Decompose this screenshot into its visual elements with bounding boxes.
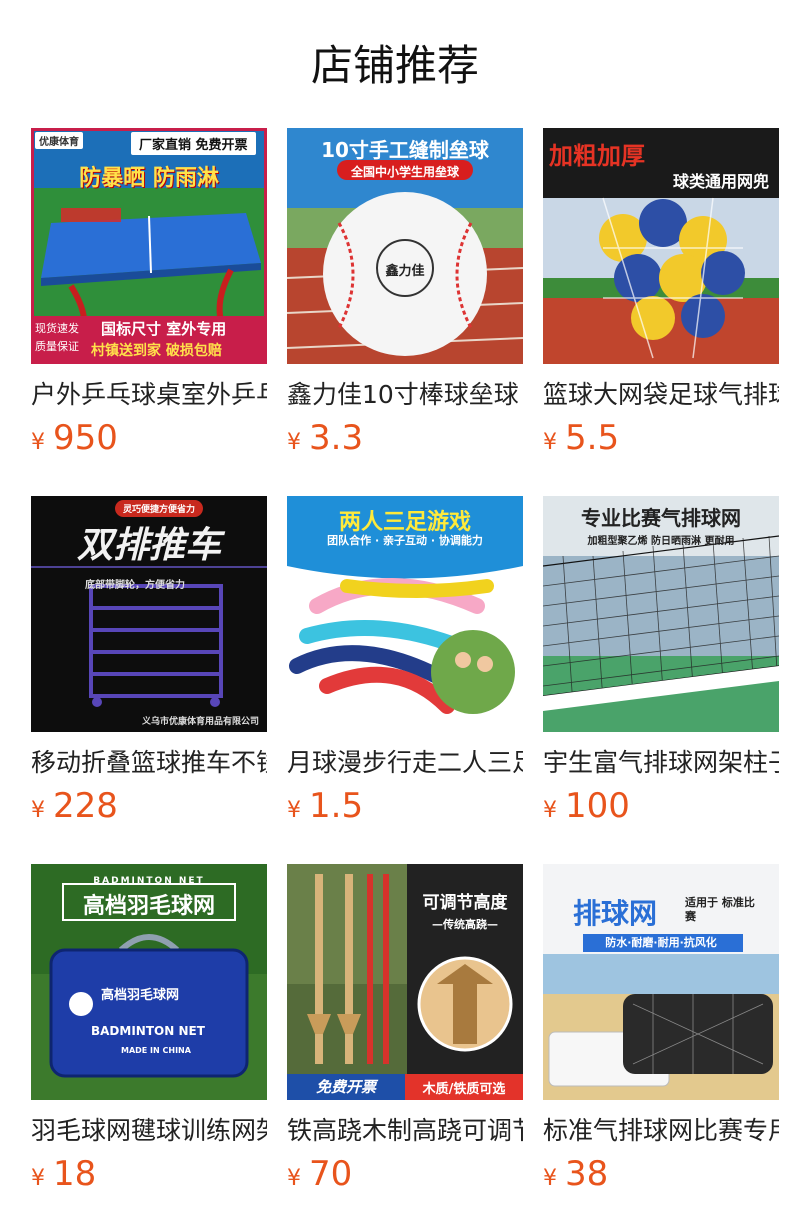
product-image[interactable]: 优康体育 厂家直销 免费开票 防暴晒 防雨淋 国标尺寸 室外专用 村镇送到家 破… [31,128,267,364]
sub-headline: 加粗型聚乙烯 防日晒雨淋 更耐用 [587,536,735,547]
currency-symbol: ¥ [287,1166,301,1191]
bottom-banner: 国标尺寸 室外专用 [101,320,227,338]
side-text: 适用于 标准比赛 [685,896,755,923]
product-image[interactable]: 灵巧便捷方便省力 双排推车 底部带脚轮，方便省力 义乌市优康体育用品有限公司 [31,496,267,732]
currency-symbol: ¥ [543,430,557,455]
headline: 加粗加厚 [549,142,645,170]
currency-symbol: ¥ [31,1166,45,1191]
bottom-left-banner: 免费开票 [315,1078,376,1096]
product-card[interactable]: 优康体育 厂家直销 免费开票 防暴晒 防雨淋 国标尺寸 室外专用 村镇送到家 破… [31,128,267,496]
headline: 防暴晒 防雨淋 [79,166,219,191]
product-price: ¥950 [31,418,118,458]
product-name[interactable]: 鑫力佳10寸棒球垒球 [287,378,523,412]
headline: 可调节高度 [422,893,508,913]
footer: 义乌市优康体育用品有限公司 [141,717,259,727]
headline: 10寸手工缝制垒球 [321,138,489,162]
product-price: ¥70 [287,1154,352,1194]
product-name[interactable]: 铁高跷木制高跷可调节 [287,1114,523,1148]
bag-footer: MADE IN CHINA [121,1046,191,1055]
price-amount: 228 [53,786,118,826]
product-image[interactable]: 两人三足游戏 团队合作 · 亲子互动 · 协调能力 [287,496,523,732]
product-card[interactable]: 10寸手工缝制垒球 全国中小学生用垒球 鑫力佳 鑫力佳10寸棒球垒球 ¥3.3 [287,128,523,496]
product-image[interactable]: BADMINTON NET 高档羽毛球网 高档羽毛球网 BADMINTON NE… [31,864,267,1100]
side-note: 现货速发 质量保证 [35,322,79,353]
sub-headline: 球类通用网兜 [672,172,769,191]
product-image[interactable]: 专业比赛气排球网 加粗型聚乙烯 防日晒雨淋 更耐用 [543,496,779,732]
product-name[interactable]: 月球漫步行走二人三足绑腿带 [287,746,523,780]
sub-banner: 全国中小学生用垒球 [350,165,459,179]
price-amount: 3.3 [309,418,364,458]
product-price: ¥1.5 [287,786,363,826]
sub-banner: 防水·耐磨·耐用·抗风化 [605,936,717,949]
product-image[interactable]: 排球网 适用于 标准比赛 防水·耐磨·耐用·抗风化 [543,864,779,1100]
product-card[interactable]: 两人三足游戏 团队合作 · 亲子互动 · 协调能力 月球漫步行走二人三足绑腿带 … [287,496,523,864]
product-price: ¥3.3 [287,418,363,458]
product-name[interactable]: 羽毛球网毽球训练网架 [31,1114,267,1148]
bottom-banner-2: 村镇送到家 破损包赔 [91,343,222,359]
product-image[interactable]: 加粗加厚 球类通用网兜 [543,128,779,364]
product-name[interactable]: 户外乒乓球桌室外乒乓球台 [31,378,267,412]
product-card[interactable]: 可调节高度 —传统高跷— 免费开票 木质/铁质可选 铁高跷木制高跷可调节 ¥70 [287,864,523,1232]
product-card[interactable]: 排球网 适用于 标准比赛 防水·耐磨·耐用·抗风化 标准气排球网比赛专用网 ¥3… [543,864,779,1232]
headline: 专业比赛气排球网 [581,506,741,530]
product-grid: 优康体育 厂家直销 免费开票 防暴晒 防雨淋 国标尺寸 室外专用 村镇送到家 破… [31,128,779,1232]
product-card[interactable]: BADMINTON NET 高档羽毛球网 高档羽毛球网 BADMINTON NE… [31,864,267,1232]
price-amount: 100 [565,786,630,826]
top-small: BADMINTON NET [93,876,205,886]
product-name[interactable]: 篮球大网袋足球气排球网兜 [543,378,779,412]
product-price: ¥5.5 [543,418,619,458]
price-amount: 1.5 [309,786,364,826]
sub-headline: —传统高跷— [432,918,498,931]
product-price: ¥228 [31,786,118,826]
currency-symbol: ¥ [543,798,557,823]
caption: 底部带脚轮，方便省力 [85,580,185,591]
product-name[interactable]: 标准气排球网比赛专用网 [543,1114,779,1148]
price-amount: 70 [309,1154,353,1194]
currency-symbol: ¥ [287,798,301,823]
product-price: ¥18 [31,1154,96,1194]
bag-title: 高档羽毛球网 [101,988,180,1003]
product-card[interactable]: 加粗加厚 球类通用网兜 篮球大网袋足球气排球网兜 ¥5.5 [543,128,779,496]
tag: 灵巧便捷方便省力 [115,500,204,517]
ball-logo: 鑫力佳 [385,264,425,279]
headline: 高档羽毛球网 [82,894,215,919]
top-banner: 厂家直销 免费开票 [131,132,256,155]
currency-symbol: ¥ [543,1166,557,1191]
bottom-right-banner: 木质/铁质可选 [422,1082,506,1097]
price-amount: 950 [53,418,118,458]
currency-symbol: ¥ [31,798,45,823]
sub-headline: 团队合作 · 亲子互动 · 协调能力 [327,534,483,547]
product-card[interactable]: 灵巧便捷方便省力 双排推车 底部带脚轮，方便省力 义乌市优康体育用品有限公司 移… [31,496,267,864]
price-amount: 18 [53,1154,97,1194]
product-name[interactable]: 移动折叠篮球推车不锈钢 [31,746,267,780]
section-title: 店铺推荐 [310,41,479,90]
product-name[interactable]: 宇生富气排球网架柱子 [543,746,779,780]
product-price: ¥100 [543,786,630,826]
price-amount: 38 [565,1154,609,1194]
product-price: ¥38 [543,1154,608,1194]
bag-label: BADMINTON NET [91,1024,205,1038]
currency-symbol: ¥ [287,430,301,455]
product-image[interactable]: 10寸手工缝制垒球 全国中小学生用垒球 鑫力佳 [287,128,523,364]
shop-badge: 优康体育 [35,132,83,149]
product-card[interactable]: 专业比赛气排球网 加粗型聚乙烯 防日晒雨淋 更耐用 宇生富气排球网架柱子 ¥10… [543,496,779,864]
currency-symbol: ¥ [31,430,45,455]
product-image[interactable]: 可调节高度 —传统高跷— 免费开票 木质/铁质可选 [287,864,523,1100]
headline: 双排推车 [76,525,221,566]
price-amount: 5.5 [565,418,620,458]
